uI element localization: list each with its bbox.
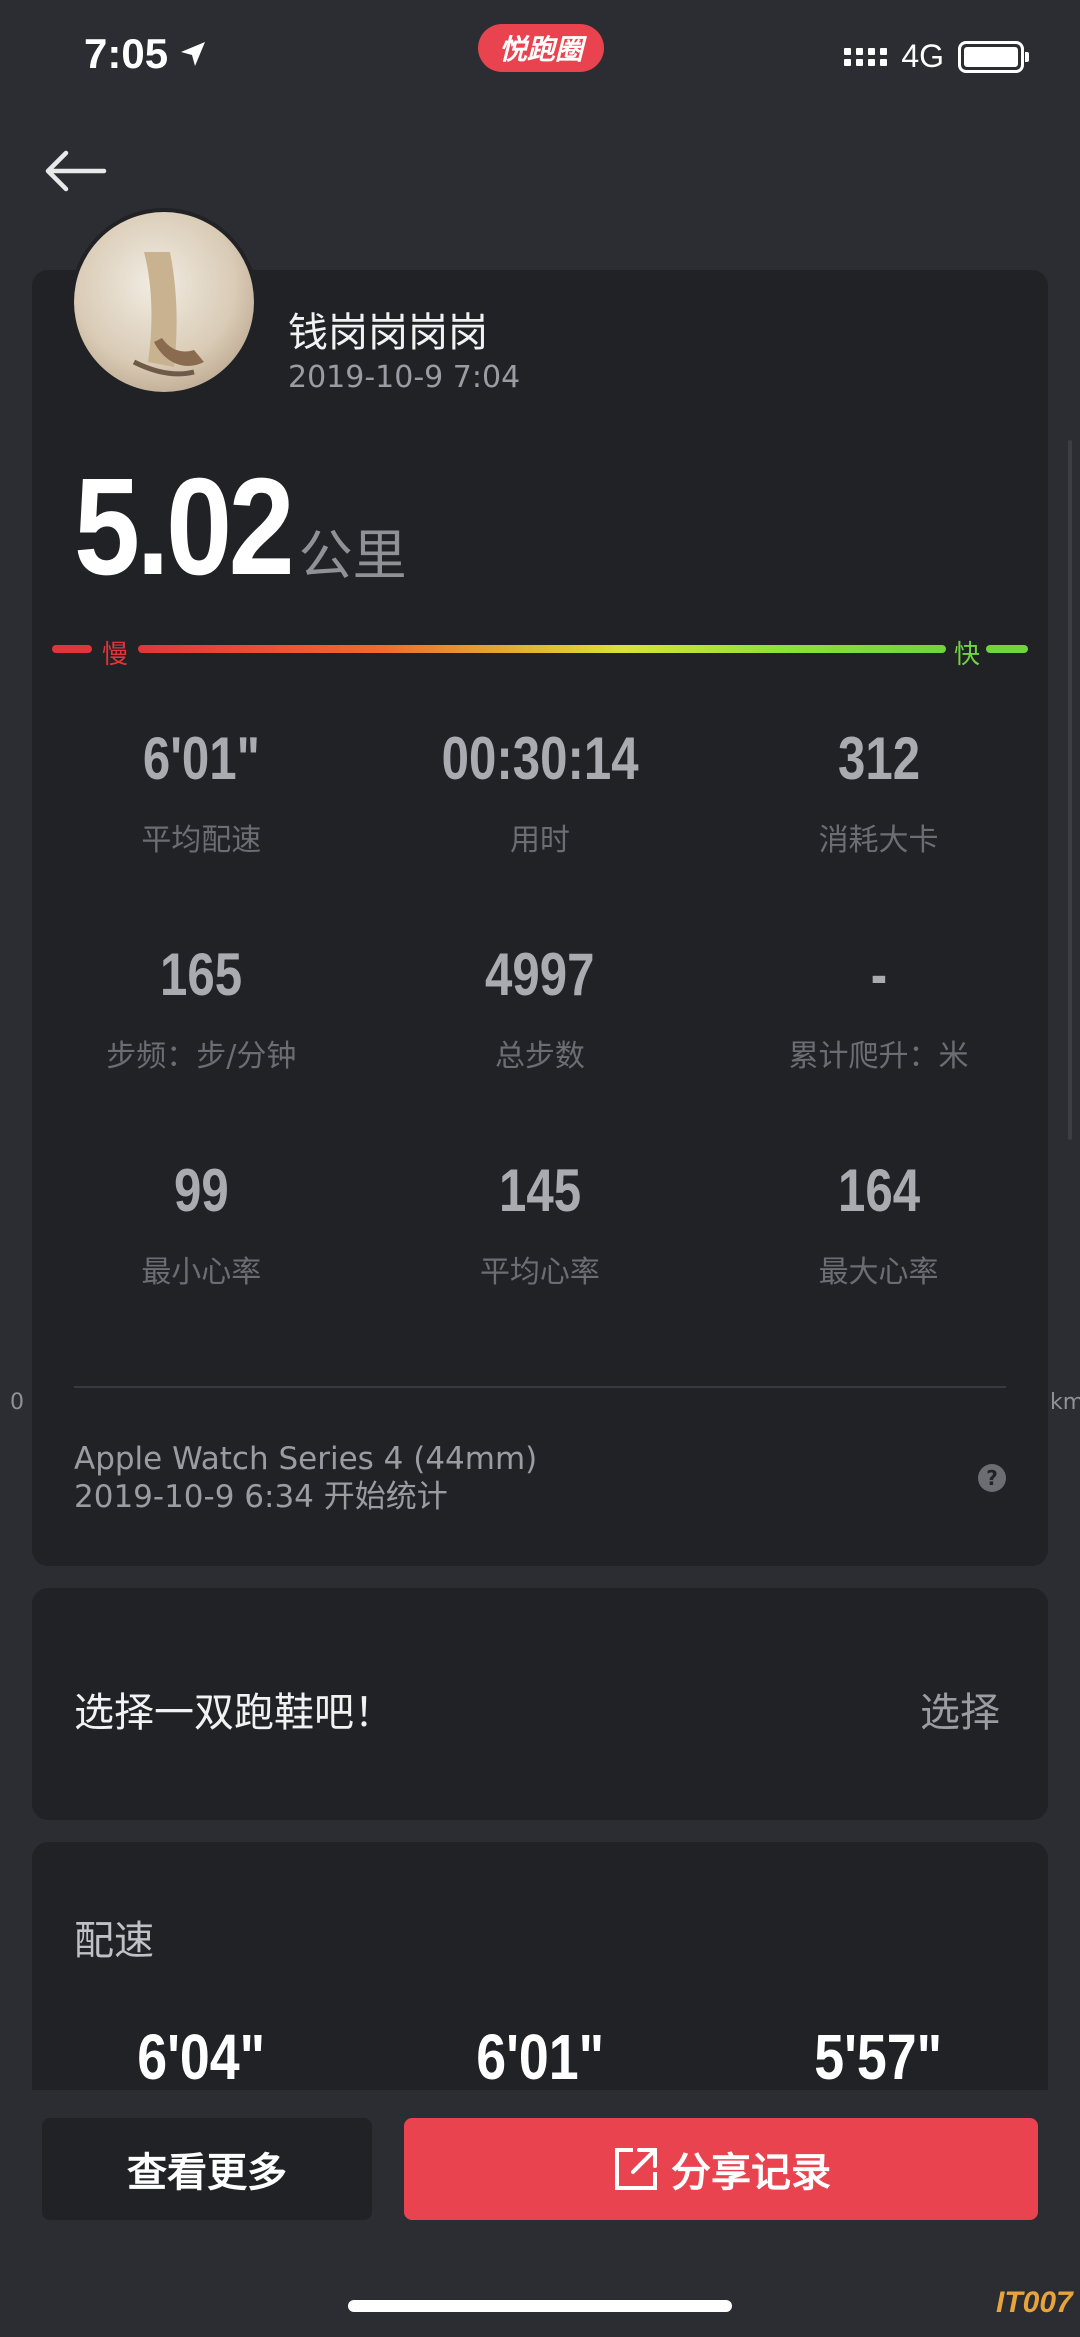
stat-duration: 00:30:14 用时	[371, 720, 710, 936]
stat-value: 164	[837, 1157, 920, 1224]
stat-value: 6'01"	[142, 725, 260, 792]
avatar[interactable]	[70, 208, 258, 396]
view-more-button[interactable]: 查看更多	[42, 2118, 372, 2220]
stat-value: 145	[498, 1157, 581, 1224]
watermark: IT007	[996, 2286, 1073, 2319]
stat-elevation-gain: - 累计爬升：米	[709, 936, 1048, 1152]
status-bar: 7:05 悦跑圈 4G	[0, 0, 1080, 110]
status-time: 7:05	[84, 30, 208, 78]
scrollbar[interactable]	[1068, 440, 1072, 1140]
pace-scale-slow-label: 慢	[102, 640, 129, 670]
battery-icon	[958, 40, 1029, 73]
app-badge: 悦跑圈	[478, 24, 604, 72]
pace-values: 6'04" 6'01" 5'57"	[32, 2020, 1048, 2094]
stats-row: 165 步频：步/分钟 4997 总步数 - 累计爬升：米	[32, 936, 1048, 1152]
pace-value-text: 6'01"	[475, 2021, 604, 2093]
help-icon[interactable]: ?	[978, 1464, 1006, 1492]
stat-label: 用时	[509, 823, 570, 858]
signal-icon	[844, 47, 888, 66]
stats-grid: 6'01" 平均配速 00:30:14 用时 312 消耗大卡 165 步频：步…	[32, 720, 1048, 1368]
status-time-text: 7:05	[84, 30, 169, 77]
stat-value: 312	[837, 725, 920, 792]
stat-calories: 312 消耗大卡	[709, 720, 1048, 936]
network-type: 4G	[901, 38, 944, 74]
device-info: Apple Watch Series 4 (44mm) 2019-10-9 6:…	[74, 1440, 537, 1516]
divider	[74, 1386, 1006, 1388]
stat-value: 165	[160, 941, 243, 1008]
stat-value: 00:30:14	[441, 725, 639, 792]
pace-scale-fast-segment	[986, 645, 1028, 653]
stat-label: 最小心率	[141, 1255, 262, 1290]
stat-avg-pace: 6'01" 平均配速	[32, 720, 371, 936]
stat-min-heart-rate: 99 最小心率	[32, 1152, 371, 1368]
share-icon	[615, 2148, 657, 2190]
stat-value: -	[870, 941, 887, 1008]
stat-label: 平均心率	[479, 1255, 600, 1290]
pace-value-text: 6'04"	[137, 2021, 266, 2093]
pace-scale-slow-segment	[52, 645, 92, 653]
stat-label: 最大心率	[818, 1255, 939, 1290]
stat-label: 步频：步/分钟	[106, 1039, 297, 1074]
shoe-prompt: 选择一双跑鞋吧！	[74, 1690, 394, 1736]
share-record-label: 分享记录	[671, 2150, 831, 2196]
select-shoe-button[interactable]: 选择	[920, 1680, 1000, 1738]
stat-label: 消耗大卡	[818, 823, 939, 858]
pace-scale: 慢 快	[52, 640, 1028, 670]
stat-avg-heart-rate: 145 平均心率	[371, 1152, 710, 1368]
distance-value: 5.02	[74, 450, 295, 604]
distance-unit: 公里	[298, 524, 407, 587]
stat-label: 总步数	[494, 1039, 585, 1074]
run-date: 2019-10-9 7:04	[288, 360, 521, 395]
stat-label: 平均配速	[141, 823, 262, 858]
distance: 5.02 公里	[74, 448, 407, 607]
home-indicator[interactable]	[348, 2300, 732, 2312]
chart-edge-label-left: 0	[10, 1390, 24, 1415]
stat-total-steps: 4997 总步数	[371, 936, 710, 1152]
share-record-button[interactable]: 分享记录	[404, 2118, 1038, 2220]
tracking-start: 2019-10-9 6:34 开始统计	[74, 1479, 448, 1515]
pace-value: 5'57"	[709, 2020, 1048, 2094]
avatar-image	[74, 212, 254, 392]
back-button[interactable]	[40, 148, 110, 194]
pace-scale-gradient	[138, 645, 946, 653]
pace-section-title: 配速	[74, 1918, 154, 1964]
chart-edge-label-right: km	[1050, 1390, 1080, 1415]
location-arrow-icon	[181, 42, 206, 66]
stat-value: 99	[173, 1157, 229, 1224]
pace-value: 6'01"	[371, 2020, 710, 2094]
stats-row: 99 最小心率 145 平均心率 164 最大心率	[32, 1152, 1048, 1368]
stat-value: 4997	[485, 941, 595, 1008]
pace-value: 6'04"	[32, 2020, 371, 2094]
user-name: 钱岗岗岗岗	[288, 310, 488, 356]
device-name: Apple Watch Series 4 (44mm)	[74, 1441, 538, 1477]
arrow-left-icon	[45, 150, 107, 192]
stats-row: 6'01" 平均配速 00:30:14 用时 312 消耗大卡	[32, 720, 1048, 936]
view-more-label: 查看更多	[127, 2150, 287, 2196]
stat-max-heart-rate: 164 最大心率	[709, 1152, 1048, 1368]
stat-label: 累计爬升：米	[788, 1039, 969, 1074]
stat-cadence: 165 步频：步/分钟	[32, 936, 371, 1152]
pace-scale-fast-label: 快	[954, 640, 981, 670]
pace-value-text: 5'57"	[814, 2021, 943, 2093]
status-indicators: 4G	[844, 38, 1029, 75]
